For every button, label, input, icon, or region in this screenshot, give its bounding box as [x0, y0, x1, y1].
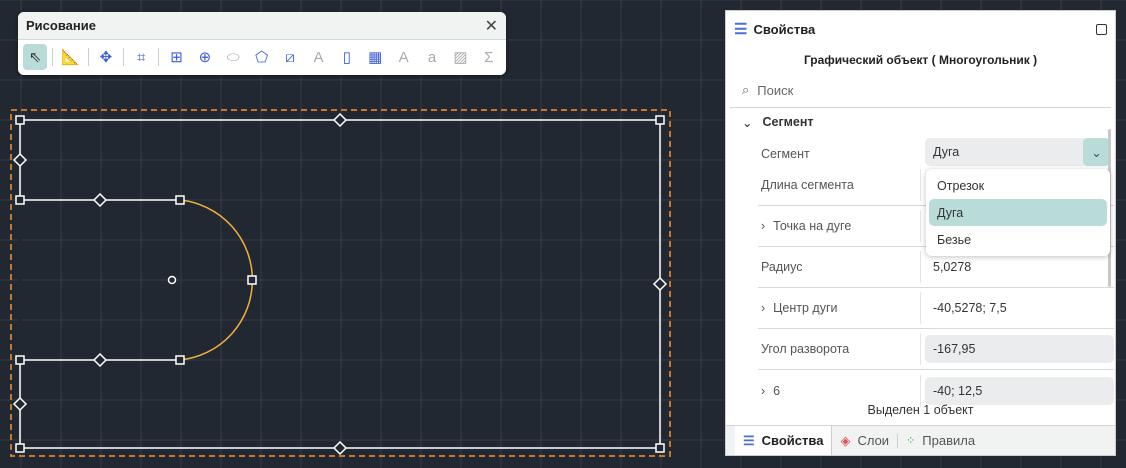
separator	[158, 48, 160, 66]
vertex-handle[interactable]	[15, 355, 25, 365]
tab-layers[interactable]: ◈ Слои	[832, 426, 897, 455]
property-label[interactable]: › Центр дуги	[758, 292, 921, 324]
property-label: Угол разворота	[758, 333, 921, 365]
property-value[interactable]: -40; 12,5	[925, 376, 1114, 405]
drawing-toolbar: Рисование ✕ ⇖ 📐 ✥ ⌗ ⊞ ⊕ ⬭ ⬠ ⧄ A ▯ ▦ Aa ▨ Σ	[18, 12, 506, 75]
separator	[123, 48, 124, 66]
segment-select[interactable]: Дуга ⌄	[925, 138, 1110, 166]
layers-icon: ◈	[840, 432, 851, 448]
maximize-icon[interactable]	[1096, 23, 1107, 35]
vertex-handle[interactable]	[15, 195, 25, 205]
vertex-handle[interactable]	[655, 443, 665, 453]
property-label[interactable]: › Точка на дуге	[758, 210, 921, 242]
property-value: 5,0278	[933, 260, 972, 274]
vertex-handle[interactable]	[175, 195, 185, 205]
ruler-icon[interactable]: 📐	[58, 44, 82, 70]
sliders-icon: ☰	[734, 21, 748, 38]
grid-dots-icon: ⁘	[906, 435, 916, 447]
selection-status: Выделен 1 объект	[867, 403, 974, 417]
property-label: Длина сегмента	[758, 169, 921, 201]
midpoint-handle[interactable]	[12, 152, 28, 168]
property-row: › Центр дуги -40,5278; 7,5	[758, 288, 1114, 329]
close-icon[interactable]: ✕	[485, 16, 498, 36]
polygon-shape[interactable]	[18, 119, 661, 449]
option-duga[interactable]: Дуга	[929, 199, 1107, 226]
formula-icon[interactable]: Σ	[477, 44, 501, 70]
property-row: Угол разворота -167,95	[758, 329, 1114, 370]
chevron-right-icon[interactable]: ›	[761, 219, 765, 233]
rectangle-icon[interactable]: ⊞	[164, 44, 188, 70]
search-icon: ⌕	[742, 82, 750, 97]
text-icon[interactable]: A	[391, 44, 415, 70]
tab-rules[interactable]: ⁘ Правила	[898, 426, 983, 455]
vertex-handle[interactable]	[247, 275, 257, 285]
tab-properties[interactable]: ☰ Свойства	[735, 426, 833, 455]
select-icon[interactable]: ⇖	[23, 44, 48, 70]
midpoint-handle[interactable]	[332, 440, 348, 456]
property-label: Радиус	[758, 251, 921, 283]
toolbar-title: Рисование	[26, 18, 96, 33]
search-input[interactable]: ⌕ Поиск	[730, 73, 1111, 108]
vertex-handle[interactable]	[655, 115, 665, 125]
crop-icon[interactable]: ⌗	[129, 44, 153, 70]
panel-title: Свойства	[753, 21, 816, 37]
polygon-icon[interactable]: ⬠	[249, 44, 273, 70]
sliders-icon: ☰	[743, 432, 755, 448]
property-label[interactable]: › 6	[758, 374, 921, 407]
move-icon[interactable]: ✥	[94, 44, 118, 70]
segment-dropdown-menu: Отрезок Дуга Безье	[926, 169, 1110, 256]
chevron-right-icon[interactable]: ›	[761, 301, 765, 315]
property-value[interactable]: -167,95	[925, 335, 1114, 363]
ellipse-icon[interactable]: ⬭	[221, 44, 245, 70]
separator	[52, 48, 54, 66]
option-bezier[interactable]: Безье	[929, 226, 1107, 253]
properties-panel: ☰ Свойства Графический объект ( Многоугол…	[725, 10, 1116, 456]
midpoint-handle[interactable]	[92, 192, 108, 208]
table-icon[interactable]: ▦	[363, 44, 387, 70]
property-value: -40,5278; 7,5	[933, 301, 1007, 315]
vertex-handle[interactable]	[15, 443, 25, 453]
option-otrezok[interactable]: Отрезок	[929, 172, 1107, 199]
text-frame-icon[interactable]: A	[306, 44, 330, 70]
vertex-handle[interactable]	[175, 355, 185, 365]
chevron-down-icon[interactable]: ⌄	[1083, 138, 1110, 166]
object-title: Графический объект ( Многоугольник )	[803, 53, 1038, 67]
midpoint-handle[interactable]	[92, 352, 108, 368]
vertex-handle[interactable]	[15, 115, 25, 125]
page-icon[interactable]: ▯	[335, 44, 359, 70]
midpoint-handle[interactable]	[332, 112, 348, 128]
chevron-right-icon[interactable]: ›	[761, 384, 765, 398]
image-icon[interactable]: ▨	[448, 44, 472, 70]
line-icon[interactable]: ⧄	[278, 44, 302, 70]
separator	[87, 48, 89, 66]
circle-icon[interactable]: ⊕	[193, 44, 217, 70]
section-header[interactable]: ⌄ Сегмент	[726, 108, 1115, 136]
callout-icon[interactable]: a	[420, 44, 444, 70]
chevron-down-icon: ⌄	[742, 115, 753, 130]
arc-center-handle[interactable]	[167, 275, 177, 285]
